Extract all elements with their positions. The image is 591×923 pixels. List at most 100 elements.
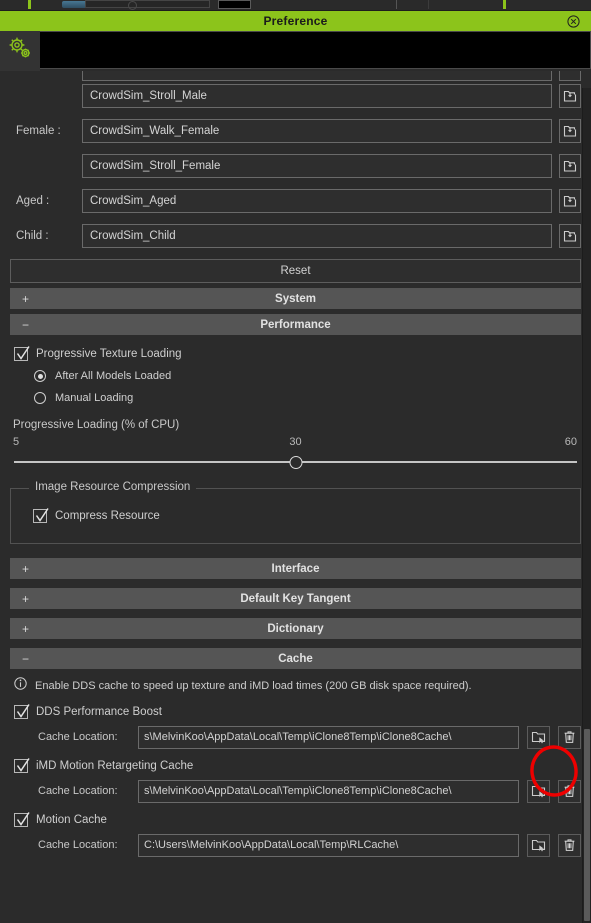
checkbox-checked-icon [14, 758, 30, 773]
motion-cache-location-input[interactable] [138, 833, 519, 857]
toolbar-preview-box [218, 0, 251, 9]
imd-motion-retargeting-cache-checkbox[interactable]: iMD Motion Retargeting Cache [14, 755, 581, 777]
folder-load-icon[interactable] [559, 71, 581, 81]
trash-icon[interactable] [558, 833, 581, 857]
cache-location-label: Cache Location: [38, 731, 118, 743]
expand-plus-icon: + [22, 591, 30, 606]
checkbox-checked-icon [14, 346, 30, 361]
crowd-female-label: Female : [16, 125, 61, 137]
checkbox-checked-icon [33, 508, 49, 523]
section-header-default-key-tangent[interactable]: + Default Key Tangent [10, 588, 581, 609]
crowd-field-row: Female : [10, 116, 581, 146]
info-circle-icon [14, 677, 27, 695]
crowd-walk-female-input[interactable] [82, 119, 552, 143]
slider-max-label: 60 [564, 436, 577, 448]
crowd-child-label: Child : [16, 230, 49, 242]
trash-icon[interactable] [558, 725, 581, 749]
crowd-field-row: Aged : [10, 186, 581, 216]
crowd-field-row-partial [10, 71, 581, 81]
folder-browse-icon[interactable] [527, 725, 550, 749]
reset-button[interactable]: Reset [10, 259, 581, 283]
radio-after-all-models-loaded[interactable]: After All Models Loaded [34, 365, 581, 387]
slider-min-label: 5 [13, 436, 20, 448]
preference-dialog: Preference CrowdSim_Stroll_Male Female:… [0, 11, 591, 923]
imd-cache-location-input[interactable] [138, 779, 519, 803]
radio-unselected-icon [34, 392, 46, 404]
collapse-minus-icon: − [22, 317, 30, 332]
folder-load-icon[interactable] [559, 119, 581, 143]
scrollbar-thumb[interactable] [584, 729, 590, 921]
expand-plus-icon: + [22, 561, 30, 576]
dds-performance-boost-checkbox[interactable]: DDS Performance Boost [14, 701, 581, 723]
toolbar-field [85, 0, 210, 8]
folder-load-icon[interactable] [559, 84, 581, 108]
dialog-title: Preference [263, 14, 328, 28]
motion-cache-label: Motion Cache [36, 814, 107, 826]
motion-cache-location-row: Cache Location: [38, 831, 581, 859]
trash-icon[interactable] [558, 779, 581, 803]
section-header-dictionary[interactable]: + Dictionary [10, 618, 581, 639]
radio-selected-icon [34, 370, 46, 382]
toolbar-dial-icon [128, 1, 137, 10]
toolbar-accent-right [503, 0, 506, 9]
crowd-field-row [10, 81, 581, 111]
radio-label-manual-loading: Manual Loading [55, 392, 134, 404]
toolbar-accent-left [28, 0, 31, 9]
cache-info-text: Enable DDS cache to speed up texture and… [35, 680, 472, 692]
folder-browse-icon[interactable] [527, 833, 550, 857]
progressive-texture-loading-checkbox[interactable]: Progressive Texture Loading [14, 343, 581, 365]
toolbar-separator [428, 0, 429, 9]
section-label-dictionary: Dictionary [267, 622, 324, 635]
preference-content: Female : Aged : [0, 71, 591, 859]
dds-cache-location-row: Cache Location: [38, 723, 581, 751]
radio-manual-loading[interactable]: Manual Loading [34, 387, 581, 409]
imd-cache-location-row: Cache Location: [38, 777, 581, 805]
dds-performance-boost-label: DDS Performance Boost [36, 706, 162, 718]
expand-plus-icon: + [22, 621, 30, 636]
folder-browse-icon[interactable] [527, 779, 550, 803]
crowd-field-input[interactable] [82, 71, 552, 81]
vertical-scrollbar[interactable] [582, 88, 591, 923]
compress-resource-checkbox[interactable]: Compress Resource [33, 505, 580, 527]
dialog-titlebar: Preference [0, 11, 591, 31]
slider-thumb[interactable] [289, 456, 302, 469]
section-label-interface: Interface [271, 562, 320, 575]
cache-location-label: Cache Location: [38, 839, 118, 851]
section-label-system: System [275, 292, 316, 305]
folder-load-icon[interactable] [559, 154, 581, 178]
close-icon[interactable] [566, 14, 580, 28]
section-header-cache[interactable]: − Cache [10, 648, 581, 669]
dialog-tabrow [0, 31, 591, 71]
progressive-texture-loading-label: Progressive Texture Loading [36, 348, 182, 360]
tab-content-strip [40, 31, 591, 69]
slider-value-label: 30 [289, 436, 302, 448]
toolbar-separator [396, 0, 397, 9]
tab-preference[interactable] [0, 31, 40, 71]
motion-cache-checkbox[interactable]: Motion Cache [14, 809, 581, 831]
progressive-loading-slider[interactable] [10, 454, 581, 470]
cache-location-label: Cache Location: [38, 785, 118, 797]
crowd-stroll-male-input[interactable] [82, 84, 552, 108]
application-root: Preference CrowdSim_Stroll_Male Female:… [0, 0, 591, 923]
image-resource-compression-title: Image Resource Compression [29, 481, 197, 493]
checkbox-checked-icon [14, 704, 30, 719]
compress-resource-label: Compress Resource [55, 510, 160, 522]
folder-load-icon[interactable] [559, 224, 581, 248]
dds-cache-location-input[interactable] [138, 725, 519, 749]
section-header-system[interactable]: + System [10, 288, 581, 309]
radio-label-after-all-models-loaded: After All Models Loaded [55, 370, 172, 382]
section-header-performance[interactable]: − Performance [10, 314, 581, 335]
imd-motion-retargeting-cache-label: iMD Motion Retargeting Cache [36, 760, 194, 772]
section-header-interface[interactable]: + Interface [10, 558, 581, 579]
folder-load-icon[interactable] [559, 189, 581, 213]
checkbox-checked-icon [14, 812, 30, 827]
section-label-cache: Cache [278, 652, 313, 665]
crowd-child-input[interactable] [82, 224, 552, 248]
crowd-aged-input[interactable] [82, 189, 552, 213]
image-resource-compression-group: Image Resource Compression Compress Reso… [10, 481, 581, 544]
section-label-performance: Performance [260, 318, 331, 331]
slider-tick-labels: 5 30 60 [10, 436, 581, 454]
crowd-stroll-female-input[interactable] [82, 154, 552, 178]
section-label-default-key-tangent: Default Key Tangent [240, 592, 351, 605]
collapse-minus-icon: − [22, 651, 30, 666]
